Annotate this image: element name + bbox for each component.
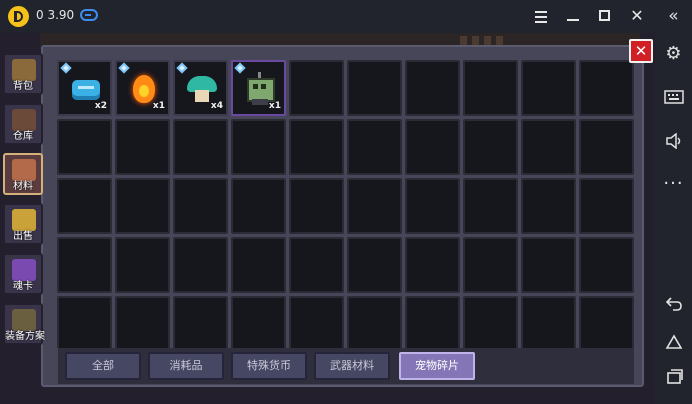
inventory-slot[interactable]: x2: [57, 60, 112, 116]
gamepad-icon[interactable]: [80, 9, 98, 21]
home-icon[interactable]: [662, 330, 685, 353]
inventory-slot[interactable]: [521, 178, 576, 234]
item-count: x2: [94, 101, 107, 111]
category-label: 出售: [13, 231, 33, 242]
inventory-slot[interactable]: [463, 296, 518, 348]
gem-icon: [60, 63, 72, 73]
settings-icon[interactable]: ⚙: [662, 42, 685, 65]
tab-2[interactable]: 特殊货币: [231, 352, 307, 380]
category-button-0[interactable]: 背包: [3, 53, 43, 95]
collapse-chevrons-icon[interactable]: «: [662, 5, 685, 28]
category-label: 材料: [13, 181, 33, 192]
inventory-grid: x2 x1 x4 x1: [57, 60, 634, 348]
tab-1[interactable]: 消耗品: [148, 352, 224, 380]
app-logo-icon[interactable]: [8, 6, 29, 27]
item-count: x1: [152, 101, 165, 111]
category-button-1[interactable]: 仓库: [3, 103, 43, 145]
inventory-slot[interactable]: [521, 237, 576, 293]
inventory-slot[interactable]: [231, 178, 286, 234]
emulator-titlebar: 0 3.90 ✕: [0, 0, 655, 33]
item-count: x1: [268, 101, 281, 111]
inventory-slot[interactable]: [463, 60, 518, 116]
back-icon[interactable]: [662, 292, 685, 315]
inventory-slot[interactable]: [57, 178, 112, 234]
inventory-slot[interactable]: [347, 237, 402, 293]
inventory-slot[interactable]: [579, 178, 634, 234]
inventory-slot[interactable]: [289, 296, 344, 348]
inventory-slot[interactable]: [173, 237, 228, 293]
fire-spirit-icon: [133, 75, 155, 103]
inventory-slot[interactable]: [57, 119, 112, 175]
inventory-slot[interactable]: [463, 119, 518, 175]
inventory-slot[interactable]: [579, 119, 634, 175]
inventory-slot[interactable]: [173, 119, 228, 175]
emulator-sidebar: « ⚙ ···: [655, 0, 692, 404]
inventory-slot[interactable]: [173, 178, 228, 234]
inventory-slot[interactable]: [347, 178, 402, 234]
item-count: x4: [210, 101, 223, 111]
category-label: 装备方案: [5, 331, 45, 342]
inventory-slot[interactable]: [405, 119, 460, 175]
inventory-slot[interactable]: [405, 296, 460, 348]
inventory-slot[interactable]: x4: [173, 60, 228, 116]
mushroom-icon: [187, 76, 217, 104]
tab-0[interactable]: 全部: [65, 352, 141, 380]
inventory-slot[interactable]: [289, 60, 344, 116]
inventory-slot[interactable]: [115, 119, 170, 175]
inventory-slot[interactable]: [405, 60, 460, 116]
inventory-slot[interactable]: x1: [115, 60, 170, 116]
recent-apps-icon[interactable]: [662, 365, 685, 388]
inventory-slot[interactable]: [289, 178, 344, 234]
inventory-slot[interactable]: [115, 237, 170, 293]
inventory-slot[interactable]: [463, 178, 518, 234]
inventory-slot[interactable]: [231, 296, 286, 348]
inventory-slot[interactable]: [463, 237, 518, 293]
gem-icon: [176, 63, 188, 73]
inventory-slot[interactable]: [405, 237, 460, 293]
inventory-slot[interactable]: [579, 296, 634, 348]
category-label: 仓库: [13, 131, 33, 142]
keyboard-icon[interactable]: [662, 86, 685, 109]
more-icon[interactable]: ···: [662, 172, 685, 195]
close-window-icon[interactable]: ✕: [626, 5, 648, 27]
category-label: 背包: [13, 81, 33, 92]
close-button[interactable]: ✕: [629, 39, 653, 63]
inventory-slot[interactable]: [57, 296, 112, 348]
inventory-slot[interactable]: [115, 178, 170, 234]
inventory-slot[interactable]: [173, 296, 228, 348]
minimize-icon[interactable]: [562, 5, 584, 27]
inventory-slot[interactable]: x1: [231, 60, 286, 116]
category-button-5[interactable]: 装备方案: [3, 303, 45, 345]
tab-4[interactable]: 宠物碎片: [399, 352, 475, 380]
emulator-version: 0 3.90: [36, 8, 75, 22]
inventory-slot[interactable]: [231, 119, 286, 175]
inventory-slot[interactable]: [405, 178, 460, 234]
maximize-icon[interactable]: [594, 5, 616, 27]
inventory-grid-area: x2 x1 x4 x1: [57, 60, 635, 348]
inventory-slot[interactable]: [289, 237, 344, 293]
category-button-3[interactable]: 出售: [3, 203, 43, 245]
volume-icon[interactable]: [662, 129, 685, 152]
inventory-slot[interactable]: [289, 119, 344, 175]
category-button-2[interactable]: 材料: [3, 153, 43, 195]
inventory-slot[interactable]: [521, 119, 576, 175]
inventory-slot[interactable]: [57, 237, 112, 293]
category-button-4[interactable]: 魂卡: [3, 253, 43, 295]
gem-icon: [118, 63, 130, 73]
category-label: 魂卡: [13, 281, 33, 292]
inventory-slot[interactable]: [579, 60, 634, 116]
menu-icon[interactable]: [530, 5, 552, 27]
inventory-slot[interactable]: [347, 296, 402, 348]
inventory-slot[interactable]: [521, 60, 576, 116]
inventory-slot[interactable]: [579, 237, 634, 293]
slime-icon: [72, 80, 100, 100]
inventory-slot[interactable]: [115, 296, 170, 348]
inventory-slot[interactable]: [347, 119, 402, 175]
inventory-slot[interactable]: [521, 296, 576, 348]
inventory-slot[interactable]: [347, 60, 402, 116]
tab-3[interactable]: 武器材料: [314, 352, 390, 380]
inventory-slot[interactable]: [231, 237, 286, 293]
